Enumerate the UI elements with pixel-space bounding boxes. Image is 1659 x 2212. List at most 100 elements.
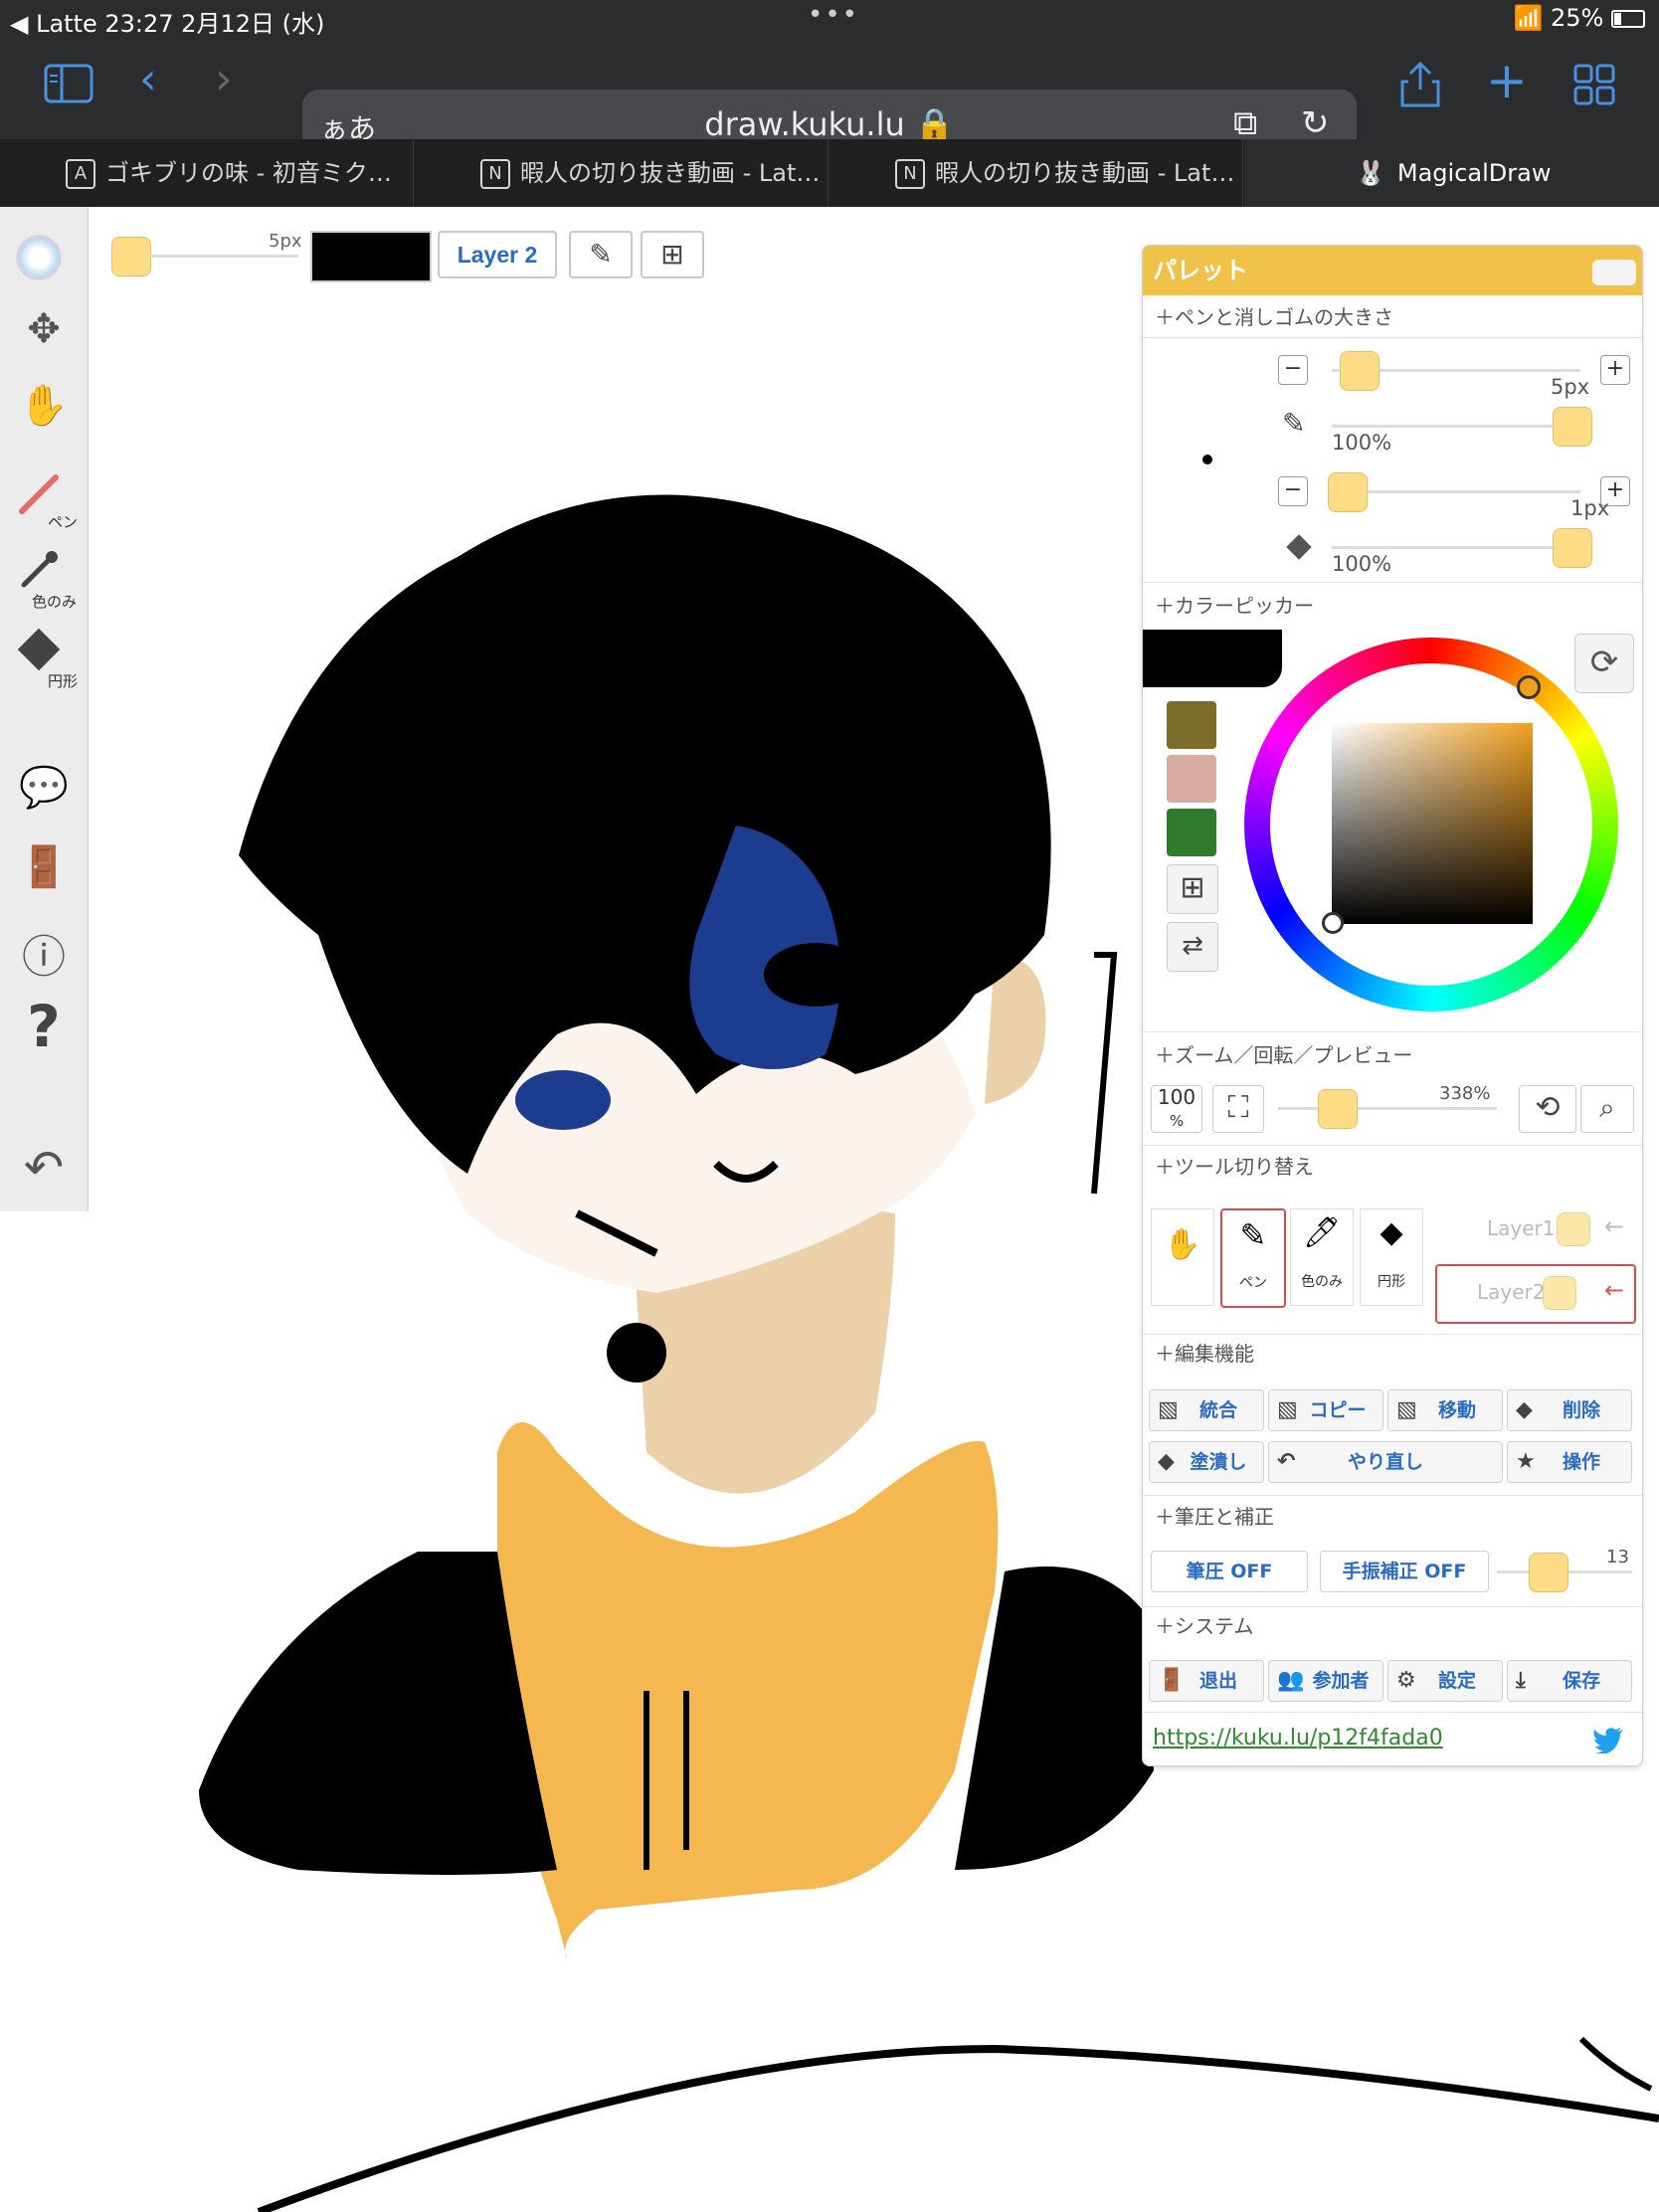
- palette-minimize-button[interactable]: [1592, 260, 1636, 285]
- rotate-icon[interactable]: ⟲: [1519, 1085, 1576, 1133]
- tab-3[interactable]: N 暇人の切り抜き動画 - Lat…: [830, 139, 1243, 207]
- sidebar-icon[interactable]: [44, 64, 93, 103]
- fit-screen-icon[interactable]: ⛶: [1212, 1085, 1264, 1133]
- eraser-opacity-track[interactable]: [1332, 546, 1580, 549]
- room-link[interactable]: https://kuku.lu/p12f4fada0: [1153, 1726, 1443, 1751]
- swap-swatch-icon[interactable]: ⇄: [1167, 922, 1218, 972]
- tab-overview-icon[interactable]: [1573, 64, 1615, 105]
- pen-size-knob[interactable]: [1340, 351, 1380, 391]
- zoom-slider-track[interactable]: [1278, 1107, 1497, 1110]
- size-slider-track[interactable]: [149, 255, 298, 258]
- sv-handle[interactable]: [1322, 912, 1344, 934]
- merge-button[interactable]: ▧ 統合: [1149, 1389, 1264, 1431]
- zoom-slider-knob[interactable]: [1318, 1089, 1358, 1129]
- tool-settings-button[interactable]: ✎: [569, 231, 633, 278]
- size-slider-knob[interactable]: [111, 237, 151, 276]
- delete-button[interactable]: ◆ 削除: [1507, 1389, 1632, 1431]
- section-system[interactable]: ＋システム: [1155, 1610, 1253, 1639]
- extension-icon[interactable]: ⧉: [1233, 103, 1257, 143]
- layer-1-row[interactable]: Layer1 ←: [1437, 1202, 1634, 1258]
- color-wheel-icon[interactable]: [16, 235, 62, 280]
- tab-4[interactable]: 🐰 MagicalDraw: [1244, 139, 1659, 207]
- layer-1-opacity-knob[interactable]: [1557, 1212, 1590, 1246]
- participants-icon: 👥: [1277, 1668, 1305, 1693]
- info-icon[interactable]: ⓘ: [14, 921, 74, 985]
- chat-icon[interactable]: 💬: [14, 764, 74, 811]
- swatch-green[interactable]: [1167, 809, 1216, 856]
- hue-handle[interactable]: [1517, 675, 1541, 699]
- section-tools[interactable]: ＋ツール切り替え: [1155, 1151, 1314, 1180]
- current-color-swatch[interactable]: [1143, 630, 1282, 687]
- dropper-tool-label: 色のみ: [1301, 1274, 1343, 1290]
- multitask-dots[interactable]: •••: [808, 0, 859, 30]
- help-icon[interactable]: ?: [14, 993, 74, 1060]
- redo-button[interactable]: ↶ やり直し: [1268, 1441, 1503, 1483]
- transform-button[interactable]: ⊞: [641, 231, 704, 278]
- pen-size-minus[interactable]: −: [1278, 355, 1308, 385]
- layer-button[interactable]: Layer 2: [438, 231, 557, 278]
- layer-2-arrow-icon[interactable]: ←: [1604, 1276, 1624, 1304]
- browser-toolbar: ‹ › ぁあ draw.kuku.lu 🔒 ⧉ ↻ +: [0, 40, 1659, 159]
- save-button[interactable]: ⤓ 保存: [1507, 1660, 1632, 1702]
- swatch-pink[interactable]: [1167, 755, 1216, 803]
- copy-label: コピー: [1309, 1399, 1367, 1421]
- pen-size-plus[interactable]: +: [1600, 355, 1630, 385]
- exit-icon[interactable]: 🚪: [14, 843, 74, 890]
- pen-opacity-track[interactable]: [1332, 425, 1580, 428]
- layer-2-label: Layer2: [1477, 1280, 1546, 1304]
- undo-icon[interactable]: ↶: [14, 1140, 74, 1196]
- back-icon[interactable]: ‹: [139, 58, 157, 101]
- layer-1-arrow-icon[interactable]: ←: [1604, 1212, 1624, 1240]
- move-icon[interactable]: ✥: [14, 306, 74, 352]
- forward-icon[interactable]: ›: [215, 58, 233, 101]
- reload-icon[interactable]: ↻: [1301, 103, 1330, 143]
- picker-mode-icon[interactable]: ⟳: [1574, 634, 1634, 693]
- fill-button[interactable]: ◆ 塗潰し: [1149, 1441, 1264, 1483]
- tool-pen[interactable]: ✎ ペン: [1220, 1208, 1286, 1308]
- section-size[interactable]: ＋ペンと消しゴムの大きさ: [1155, 301, 1393, 330]
- tab-1[interactable]: A ゴキブリの味 - 初音ミク…: [0, 139, 414, 207]
- operation-button[interactable]: ★ 操作: [1507, 1441, 1632, 1483]
- eraser-opacity-knob[interactable]: [1553, 528, 1592, 568]
- pen-opacity-knob[interactable]: [1553, 407, 1592, 447]
- dropper-icon[interactable]: [14, 545, 64, 595]
- swatch-olive[interactable]: [1167, 701, 1216, 749]
- move-button[interactable]: ▧ 移動: [1387, 1389, 1503, 1431]
- eraser-size-track[interactable]: [1332, 490, 1580, 493]
- eraser-size-knob[interactable]: [1328, 472, 1368, 512]
- settings-button[interactable]: ⚙ 設定: [1387, 1660, 1503, 1702]
- layer-2-row[interactable]: Layer2 ←: [1435, 1264, 1636, 1324]
- participants-button[interactable]: 👥 参加者: [1268, 1660, 1383, 1702]
- twitter-icon[interactable]: [1592, 1726, 1624, 1753]
- section-zoom[interactable]: ＋ズーム／回転／プレビュー: [1155, 1039, 1412, 1068]
- hand-icon[interactable]: ✋: [14, 382, 74, 429]
- section-pressure[interactable]: ＋筆圧と補正: [1155, 1501, 1274, 1530]
- gear-icon: ⚙: [1396, 1668, 1416, 1693]
- stabilizer-button[interactable]: 手振補正 OFF: [1320, 1551, 1489, 1592]
- search-icon[interactable]: ⌕: [1580, 1085, 1634, 1133]
- new-tab-icon[interactable]: +: [1486, 56, 1528, 105]
- eraser-icon[interactable]: [14, 625, 64, 674]
- tool-dropper[interactable]: 🖊 色のみ: [1290, 1208, 1354, 1306]
- exit-button[interactable]: 🚪 退出: [1149, 1660, 1264, 1702]
- zoom-100-button[interactable]: 100%: [1151, 1085, 1202, 1133]
- tab-2[interactable]: N 暇人の切り抜き動画 - Lat…: [415, 139, 829, 207]
- copy-button[interactable]: ▧ コピー: [1268, 1389, 1383, 1431]
- pen-pressure-button[interactable]: 筆圧 OFF: [1151, 1551, 1308, 1592]
- battery-icon: [1611, 10, 1645, 28]
- section-edit[interactable]: ＋編集機能: [1155, 1338, 1254, 1367]
- current-color[interactable]: [310, 231, 432, 282]
- share-icon[interactable]: [1398, 60, 1442, 109]
- section-picker[interactable]: ＋カラーピッカー: [1155, 590, 1314, 619]
- url-text[interactable]: draw.kuku.lu 🔒: [302, 105, 1357, 143]
- tool-shape[interactable]: ◆ 円形: [1360, 1208, 1423, 1306]
- tool-sidebar: ✥ ✋ ペン 色のみ 円形 💬 🚪 ⓘ ? ↶: [0, 207, 89, 1211]
- add-swatch-icon[interactable]: ⊞: [1167, 864, 1218, 914]
- layer-2-opacity-knob[interactable]: [1543, 1276, 1576, 1310]
- tab-4-label: MagicalDraw: [1396, 159, 1552, 187]
- layer-1-label: Layer1: [1487, 1216, 1556, 1240]
- tool-hand[interactable]: ✋: [1151, 1208, 1214, 1306]
- stabilizer-slider-knob[interactable]: [1529, 1553, 1568, 1592]
- eraser-size-minus[interactable]: −: [1278, 476, 1308, 506]
- saturation-square[interactable]: [1332, 723, 1533, 924]
